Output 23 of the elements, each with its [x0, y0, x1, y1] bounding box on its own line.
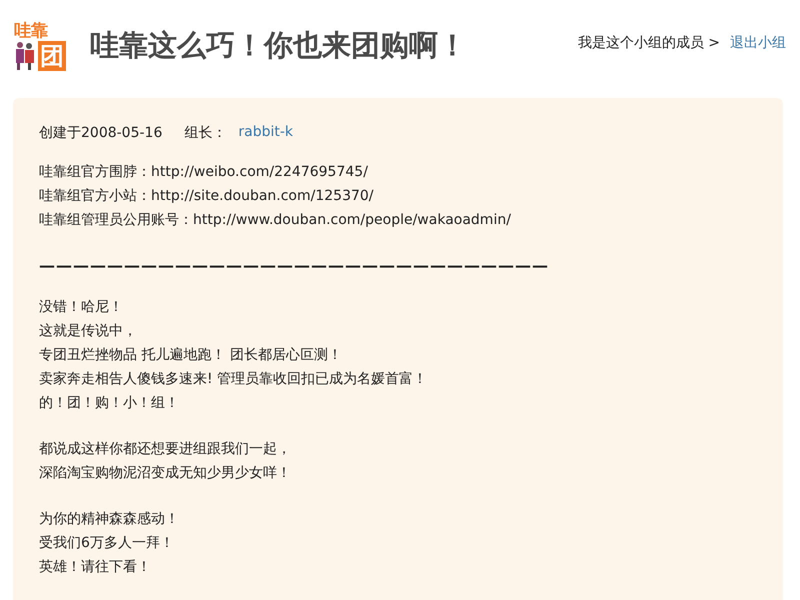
- group-title: 哇靠这么巧！你也来团购啊！: [90, 27, 468, 64]
- people-icon: [14, 41, 36, 71]
- logo-text: 团: [38, 41, 66, 71]
- intro-line: 没错！哈尼！: [39, 298, 123, 317]
- info-line: 哇靠组管理员公用账号：http://www.douban.com/people/wakaoadmin/: [39, 211, 511, 230]
- intro-line: 为你的精神森森感动！: [39, 510, 179, 529]
- intro-line: 深陷淘宝购物泥沼变成无知少男少女咩！: [39, 464, 291, 483]
- leave-group-link[interactable]: 退出小组: [730, 34, 786, 52]
- owner-label: 组长：: [184, 124, 226, 142]
- membership-text: 我是这个小组的成员 >: [578, 34, 720, 52]
- logo-text: 哇靠: [14, 21, 48, 41]
- intro-line: 这就是传说中，: [39, 322, 137, 341]
- intro-line: 的！团！购！小！组！: [39, 394, 179, 413]
- info-line: 哇靠组官方围脖：http://weibo.com/2247695745/: [39, 163, 368, 182]
- dash-divider: ——————————————————————————————: [39, 256, 549, 275]
- owner-link[interactable]: rabbit-k: [238, 124, 294, 142]
- intro-line: 都说成这样你都还想要进组跟我们一起，: [39, 440, 291, 459]
- intro-line: 卖家奔走相告人傻钱多速来! 管理员靠收回扣已成为名媛首富！: [39, 370, 428, 389]
- intro-line: 受我们6万多人一拜！: [39, 534, 174, 553]
- info-line: 哇靠组官方小站：http://site.douban.com/125370/: [39, 187, 374, 206]
- created-date: 创建于2008-05-16: [39, 124, 162, 142]
- intro-line: 英雄！请往下看！: [39, 558, 151, 577]
- intro-line: 专团丑烂挫物品 托儿遍地跑！ 团长都居心叵测！: [39, 346, 342, 365]
